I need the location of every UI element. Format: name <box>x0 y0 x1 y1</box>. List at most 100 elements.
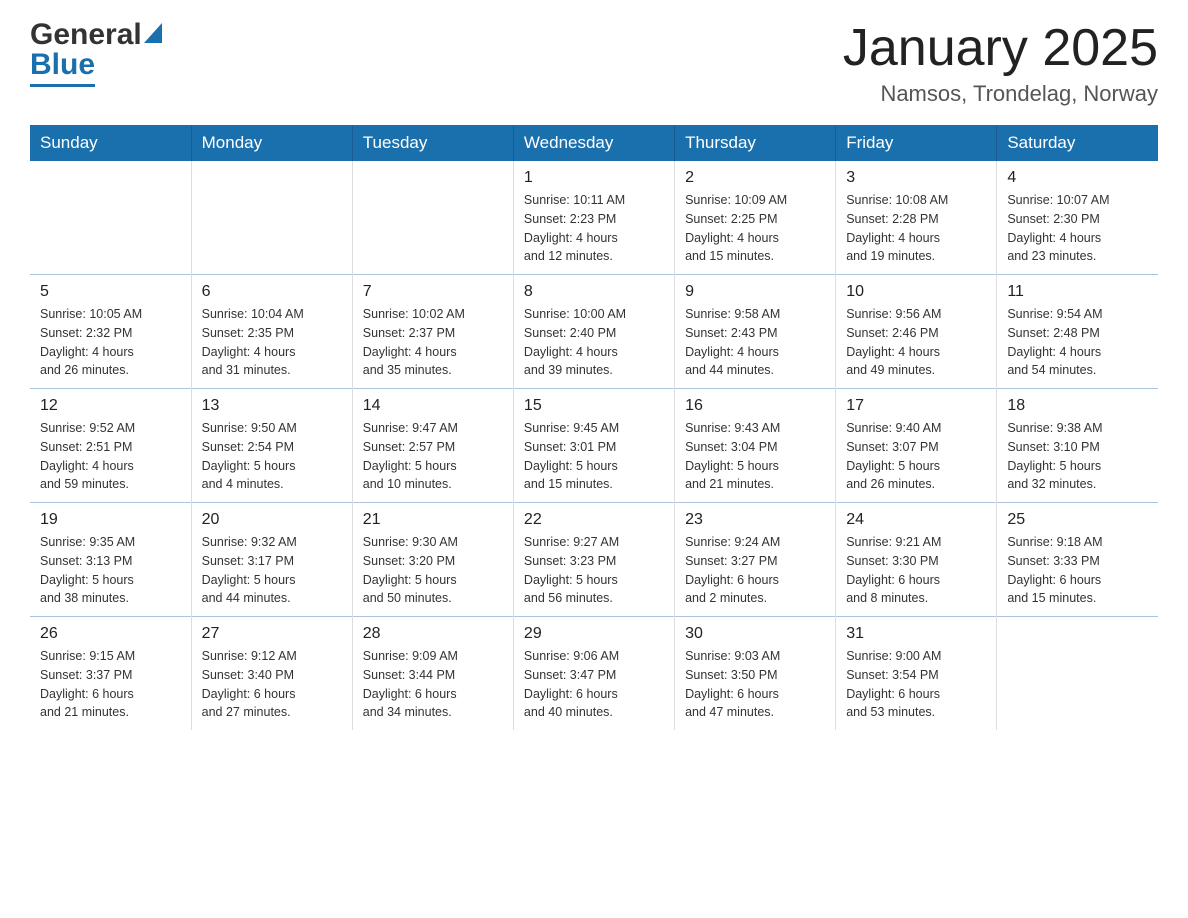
day-number: 28 <box>363 625 503 643</box>
day-info: Sunrise: 10:02 AMSunset: 2:37 PMDaylight… <box>363 305 503 380</box>
calendar-cell: 24 Sunrise: 9:21 AMSunset: 3:30 PMDayligh… <box>836 503 997 617</box>
page-header: General Blue January 2025 Namsos, Tronde… <box>30 20 1158 107</box>
day-info: Sunrise: 9:54 AMSunset: 2:48 PMDaylight:… <box>1007 305 1148 380</box>
day-info: Sunrise: 9:50 AMSunset: 2:54 PMDaylight:… <box>202 419 342 494</box>
day-info: Sunrise: 9:43 AMSunset: 3:04 PMDaylight:… <box>685 419 825 494</box>
day-info: Sunrise: 10:05 AMSunset: 2:32 PMDaylight… <box>40 305 181 380</box>
calendar-cell: 10 Sunrise: 9:56 AMSunset: 2:46 PMDayligh… <box>836 275 997 389</box>
logo-blue: Blue <box>30 48 95 87</box>
calendar-cell: 11 Sunrise: 9:54 AMSunset: 2:48 PMDayligh… <box>997 275 1158 389</box>
day-info: Sunrise: 9:35 AMSunset: 3:13 PMDaylight:… <box>40 533 181 608</box>
day-number: 9 <box>685 283 825 301</box>
calendar-cell: 14 Sunrise: 9:47 AMSunset: 2:57 PMDayligh… <box>352 389 513 503</box>
calendar-cell: 17 Sunrise: 9:40 AMSunset: 3:07 PMDayligh… <box>836 389 997 503</box>
day-info: Sunrise: 9:47 AMSunset: 2:57 PMDaylight:… <box>363 419 503 494</box>
calendar-cell <box>191 161 352 275</box>
calendar-cell: 15Sunrise: 9:45 AMSunset: 3:01 PMDayligh… <box>513 389 674 503</box>
calendar-cell: 23 Sunrise: 9:24 AMSunset: 3:27 PMDayligh… <box>675 503 836 617</box>
day-number: 29 <box>524 625 664 643</box>
day-number: 20 <box>202 511 342 529</box>
header-day-friday: Friday <box>836 125 997 161</box>
day-info: Sunrise: 9:24 AMSunset: 3:27 PMDaylight:… <box>685 533 825 608</box>
day-number: 31 <box>846 625 986 643</box>
day-info: Sunrise: 9:12 AMSunset: 3:40 PMDaylight:… <box>202 647 342 722</box>
day-info: Sunrise: 9:21 AMSunset: 3:30 PMDaylight:… <box>846 533 986 608</box>
day-number: 24 <box>846 511 986 529</box>
calendar-cell: 25 Sunrise: 9:18 AMSunset: 3:33 PMDayligh… <box>997 503 1158 617</box>
calendar-cell: 30 Sunrise: 9:03 AMSunset: 3:50 PMDayligh… <box>675 617 836 731</box>
day-info: Sunrise: 10:04 AMSunset: 2:35 PMDaylight… <box>202 305 342 380</box>
week-row-5: 26Sunrise: 9:15 AMSunset: 3:37 PMDayligh… <box>30 617 1158 731</box>
day-number: 19 <box>40 511 181 529</box>
logo: General Blue <box>30 20 162 87</box>
calendar-cell: 29 Sunrise: 9:06 AMSunset: 3:47 PMDayligh… <box>513 617 674 731</box>
calendar-cell: 13 Sunrise: 9:50 AMSunset: 2:54 PMDayligh… <box>191 389 352 503</box>
calendar-cell <box>30 161 191 275</box>
day-number: 11 <box>1007 283 1148 301</box>
calendar-header: SundayMondayTuesdayWednesdayThursdayFrid… <box>30 125 1158 161</box>
day-number: 2 <box>685 169 825 187</box>
calendar-cell: 19 Sunrise: 9:35 AMSunset: 3:13 PMDayligh… <box>30 503 191 617</box>
day-number: 10 <box>846 283 986 301</box>
day-info: Sunrise: 9:27 AMSunset: 3:23 PMDaylight:… <box>524 533 664 608</box>
day-number: 23 <box>685 511 825 529</box>
day-info: Sunrise: 9:00 AMSunset: 3:54 PMDaylight:… <box>846 647 986 722</box>
day-info: Sunrise: 9:06 AMSunset: 3:47 PMDaylight:… <box>524 647 664 722</box>
day-number: 13 <box>202 397 342 415</box>
day-info: Sunrise: 9:03 AMSunset: 3:50 PMDaylight:… <box>685 647 825 722</box>
calendar-cell: 8Sunrise: 10:00 AMSunset: 2:40 PMDayligh… <box>513 275 674 389</box>
day-number: 27 <box>202 625 342 643</box>
calendar-cell <box>352 161 513 275</box>
day-info: Sunrise: 9:15 AMSunset: 3:37 PMDaylight:… <box>40 647 181 722</box>
day-info: Sunrise: 10:11 AMSunset: 2:23 PMDaylight… <box>524 191 664 266</box>
day-number: 3 <box>846 169 986 187</box>
day-number: 16 <box>685 397 825 415</box>
calendar-cell: 31 Sunrise: 9:00 AMSunset: 3:54 PMDayligh… <box>836 617 997 731</box>
calendar-cell: 27 Sunrise: 9:12 AMSunset: 3:40 PMDayligh… <box>191 617 352 731</box>
calendar-cell: 16 Sunrise: 9:43 AMSunset: 3:04 PMDayligh… <box>675 389 836 503</box>
calendar-subtitle: Namsos, Trondelag, Norway <box>843 81 1158 107</box>
calendar-cell: 1 Sunrise: 10:11 AMSunset: 2:23 PMDayligh… <box>513 161 674 275</box>
day-info: Sunrise: 9:18 AMSunset: 3:33 PMDaylight:… <box>1007 533 1148 608</box>
calendar-cell: 3 Sunrise: 10:08 AMSunset: 2:28 PMDayligh… <box>836 161 997 275</box>
header-day-tuesday: Tuesday <box>352 125 513 161</box>
day-info: Sunrise: 9:58 AMSunset: 2:43 PMDaylight:… <box>685 305 825 380</box>
header-row: SundayMondayTuesdayWednesdayThursdayFrid… <box>30 125 1158 161</box>
day-number: 14 <box>363 397 503 415</box>
logo-general: General <box>30 20 142 50</box>
day-number: 22 <box>524 511 664 529</box>
day-number: 30 <box>685 625 825 643</box>
day-number: 21 <box>363 511 503 529</box>
day-info: Sunrise: 9:52 AMSunset: 2:51 PMDaylight:… <box>40 419 181 494</box>
day-number: 17 <box>846 397 986 415</box>
week-row-1: 1 Sunrise: 10:11 AMSunset: 2:23 PMDayligh… <box>30 161 1158 275</box>
day-number: 1 <box>524 169 664 187</box>
week-row-3: 12Sunrise: 9:52 AMSunset: 2:51 PMDayligh… <box>30 389 1158 503</box>
calendar-title: January 2025 <box>843 20 1158 77</box>
calendar-cell: 12Sunrise: 9:52 AMSunset: 2:51 PMDayligh… <box>30 389 191 503</box>
calendar-table: SundayMondayTuesdayWednesdayThursdayFrid… <box>30 125 1158 730</box>
calendar-cell <box>997 617 1158 731</box>
day-info: Sunrise: 9:30 AMSunset: 3:20 PMDaylight:… <box>363 533 503 608</box>
calendar-cell: 20Sunrise: 9:32 AMSunset: 3:17 PMDayligh… <box>191 503 352 617</box>
calendar-cell: 18Sunrise: 9:38 AMSunset: 3:10 PMDayligh… <box>997 389 1158 503</box>
day-number: 8 <box>524 283 664 301</box>
calendar-body: 1 Sunrise: 10:11 AMSunset: 2:23 PMDayligh… <box>30 161 1158 730</box>
day-number: 15 <box>524 397 664 415</box>
calendar-cell: 22 Sunrise: 9:27 AMSunset: 3:23 PMDayligh… <box>513 503 674 617</box>
day-number: 7 <box>363 283 503 301</box>
header-day-wednesday: Wednesday <box>513 125 674 161</box>
calendar-cell: 6Sunrise: 10:04 AMSunset: 2:35 PMDayligh… <box>191 275 352 389</box>
calendar-cell: 9 Sunrise: 9:58 AMSunset: 2:43 PMDaylight… <box>675 275 836 389</box>
calendar-title-area: January 2025 Namsos, Trondelag, Norway <box>843 20 1158 107</box>
day-number: 4 <box>1007 169 1148 187</box>
day-info: Sunrise: 9:56 AMSunset: 2:46 PMDaylight:… <box>846 305 986 380</box>
day-number: 18 <box>1007 397 1148 415</box>
day-info: Sunrise: 10:09 AMSunset: 2:25 PMDaylight… <box>685 191 825 266</box>
calendar-cell: 4Sunrise: 10:07 AMSunset: 2:30 PMDayligh… <box>997 161 1158 275</box>
calendar-cell: 5Sunrise: 10:05 AMSunset: 2:32 PMDayligh… <box>30 275 191 389</box>
day-number: 25 <box>1007 511 1148 529</box>
header-day-saturday: Saturday <box>997 125 1158 161</box>
day-info: Sunrise: 9:40 AMSunset: 3:07 PMDaylight:… <box>846 419 986 494</box>
day-info: Sunrise: 10:08 AMSunset: 2:28 PMDaylight… <box>846 191 986 266</box>
